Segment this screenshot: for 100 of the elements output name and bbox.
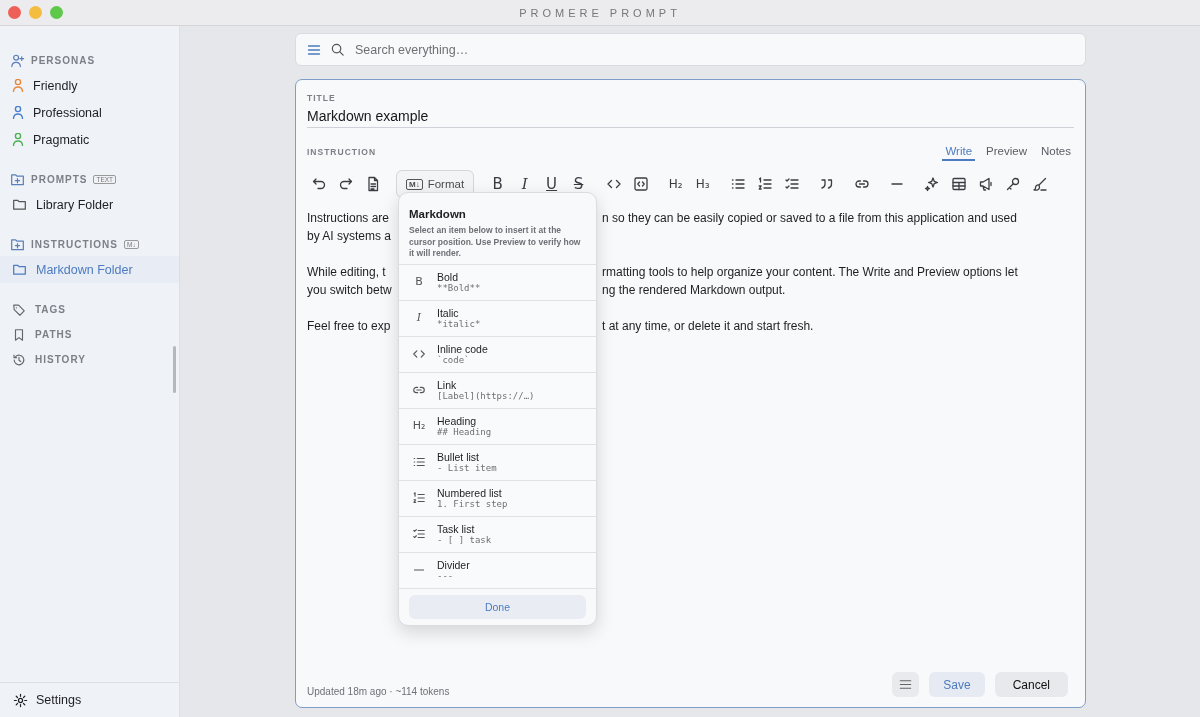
task-icon — [412, 527, 426, 541]
item-label: Numbered list — [437, 487, 503, 499]
item-label: Link — [437, 379, 458, 391]
title-field[interactable]: Markdown example — [307, 103, 1074, 128]
menu-item[interactable]: I Italic *italic* — [399, 299, 596, 336]
done-button[interactable]: Done — [409, 594, 586, 619]
folder-plus-icon — [10, 236, 25, 252]
menu-item[interactable]: Bullet list - List item — [399, 443, 596, 480]
divider-icon — [413, 569, 425, 571]
item-label: Divider — [437, 559, 470, 571]
window-title: PROMERE PROMPT — [519, 6, 681, 19]
persona-item[interactable]: Pragmatic — [0, 126, 179, 153]
folder-item[interactable]: Library Folder — [0, 191, 179, 218]
item-syntax: [Label](https://…) — [437, 391, 535, 401]
cancel-button[interactable]: Cancel — [994, 672, 1068, 697]
menu-item[interactable]: H₂ Heading ## Heading — [399, 407, 596, 444]
redo-icon — [337, 176, 354, 192]
underline-button[interactable]: U — [540, 172, 564, 196]
item-label: Italic — [437, 307, 460, 319]
numbered-icon — [756, 176, 773, 192]
body-text: you switch betw — [307, 282, 393, 299]
heading-button[interactable]: H₂ — [664, 172, 688, 196]
heading-icon: H₂ — [412, 419, 426, 433]
body-text: rmatting tools to help organize your content. The Write and Preview options let — [602, 264, 1018, 281]
italic-icon: I — [416, 311, 422, 325]
gear-icon — [13, 692, 28, 708]
bookmark-icon — [12, 327, 26, 342]
table-icon — [950, 176, 967, 192]
item-syntax: ## Heading — [437, 427, 492, 437]
menu-icon — [898, 677, 914, 692]
folder-item[interactable]: Markdown Folder — [0, 256, 179, 283]
item-label: Bullet list — [437, 451, 480, 463]
sidebar-link[interactable]: HISTORY — [0, 347, 179, 372]
heading-button[interactable]: H₃ — [691, 172, 715, 196]
body-text: n so they can be easily copied or saved to a file from this application and used — [602, 210, 1017, 227]
item-syntax: `code` — [437, 355, 471, 365]
code-block-icon — [632, 176, 649, 192]
search-bar[interactable]: Search everything… — [295, 33, 1086, 66]
save-button[interactable]: Save — [929, 672, 985, 697]
search-icon — [330, 42, 345, 57]
menu-item[interactable]: Link [Label](https://…) — [399, 371, 596, 408]
menu-description: Select an item below to insert it at the cursor position. Use Preview to verify how it will render. — [408, 225, 582, 260]
menu-item[interactable]: Inline code `code` — [399, 335, 596, 372]
tag-icon — [12, 302, 26, 317]
folder-plus-icon — [10, 171, 25, 187]
numbered-icon — [412, 491, 426, 505]
editor-tab[interactable]: Preview — [983, 143, 1030, 161]
menu-item[interactable]: Numbered list 1. First step — [399, 479, 596, 516]
person-plus-icon — [10, 52, 25, 68]
item-syntax: --- — [437, 571, 455, 581]
sparkle-icon — [923, 176, 940, 192]
strike-button[interactable]: S — [567, 172, 591, 196]
editor-tab[interactable]: Notes — [1037, 143, 1074, 161]
divider-icon — [890, 183, 903, 185]
item-label: Inline code — [437, 343, 488, 355]
settings-item[interactable]: Settings — [0, 682, 179, 717]
megaphone-icon — [977, 176, 994, 192]
menu-item[interactable]: B Bold **Bold** — [399, 263, 596, 300]
bold-icon: B — [415, 275, 423, 289]
folder-icon — [12, 197, 27, 212]
section-heading: PERSONAS — [31, 54, 96, 66]
section-heading: PROMPTS — [31, 173, 88, 185]
brush-icon — [1031, 176, 1048, 192]
key-icon — [1004, 176, 1021, 192]
menu-item[interactable]: Task list - [ ] task — [399, 515, 596, 552]
persona-item[interactable]: Friendly — [0, 72, 179, 99]
search-field[interactable]: Search everything… — [353, 41, 1075, 58]
sidebar-link[interactable]: TAGS — [0, 297, 179, 322]
item-label: Heading — [437, 415, 477, 427]
menu-item[interactable]: Divider --- — [399, 551, 596, 588]
bullet-icon — [729, 176, 746, 192]
body-text: by AI systems a — [307, 228, 393, 245]
bullet-icon — [412, 455, 426, 469]
item-syntax: - List item — [437, 463, 497, 473]
body-text: ng the rendered Markdown output. — [602, 282, 786, 299]
menu-title: Markdown — [408, 207, 467, 222]
body-text: t at any time, or delete it and start fresh. — [602, 318, 814, 335]
item-syntax: - [ ] task — [437, 535, 492, 545]
persona-item[interactable]: Professional — [0, 99, 179, 126]
code-icon — [412, 347, 426, 361]
item-label: Bold — [437, 271, 459, 283]
section-heading: INSTRUCTIONS — [31, 238, 118, 250]
close-window-button[interactable] — [8, 6, 21, 19]
editor-tab[interactable]: Write — [942, 143, 976, 161]
italic-button[interactable]: I — [513, 172, 537, 196]
undo-icon — [310, 176, 327, 192]
item-label: Task list — [437, 523, 476, 535]
item-syntax: **Bold** — [437, 283, 481, 293]
field-label: TITLE — [307, 93, 337, 103]
folder-icon — [12, 262, 27, 277]
history-icon — [12, 352, 26, 367]
item-syntax: *italic* — [437, 319, 481, 329]
bold-button[interactable]: B — [486, 172, 510, 196]
task-icon — [783, 176, 800, 192]
menu-button[interactable] — [892, 672, 920, 697]
status-text: Updated 18m ago · ~114 tokens — [307, 685, 450, 697]
body-text: Instructions are — [307, 210, 391, 227]
sidebar-link[interactable]: PATHS — [0, 322, 179, 347]
body-text: While editing, t — [307, 264, 387, 281]
scrollbar-thumb[interactable] — [173, 346, 176, 393]
